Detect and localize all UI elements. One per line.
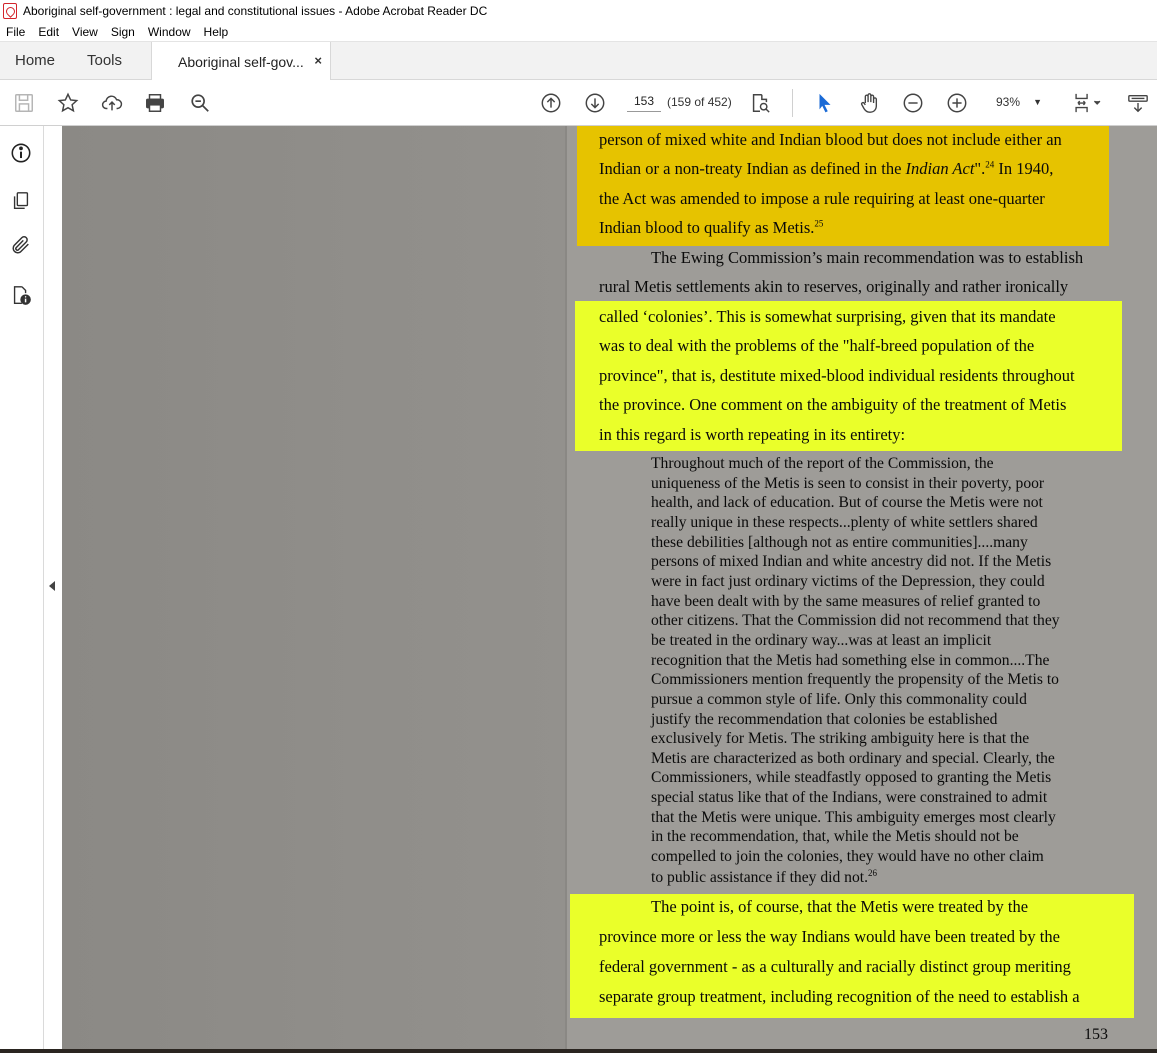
menu-window[interactable]: Window	[148, 25, 191, 39]
tab-close-button[interactable]: ×	[314, 53, 322, 68]
chevron-down-icon: ▼	[1033, 97, 1042, 107]
fit-page-icon[interactable]	[1070, 91, 1106, 115]
quote-line: compelled to join the colonies, they wou…	[651, 848, 1044, 865]
menu-file[interactable]: File	[6, 25, 25, 39]
zoom-value: 93%	[996, 95, 1021, 109]
menu-help[interactable]: Help	[204, 25, 229, 39]
quote-line: have been dealt with by the same measure…	[651, 593, 1041, 610]
select-cursor-icon[interactable]	[813, 91, 837, 115]
text-line: called ‘colonies’. This is somewhat surp…	[599, 307, 1056, 326]
star-icon[interactable]	[56, 91, 80, 115]
quote-line: special status like that of the Indians,…	[651, 789, 1048, 806]
tab-document[interactable]: Aboriginal self-gov... ×	[151, 42, 331, 81]
quote-line: Throughout much of the report of the Com…	[651, 455, 994, 472]
italic-title: Indian Act	[905, 159, 975, 178]
document-background	[62, 126, 565, 1053]
tab-home[interactable]: Home	[15, 42, 55, 80]
quote-line: be treated in the ordinary way...was at …	[651, 632, 992, 649]
page-number-input[interactable]	[627, 90, 661, 112]
hand-icon[interactable]	[857, 91, 881, 115]
page-number: 153	[1084, 1026, 1108, 1043]
text-span: Indian blood to qualify as Metis.	[599, 218, 815, 237]
text-line: in this regard is worth repeating in its…	[599, 425, 906, 444]
zoom-in-icon[interactable]	[945, 91, 969, 115]
next-page-icon[interactable]	[583, 91, 607, 115]
quote-line: that the Metis were unique. This ambigui…	[651, 809, 1056, 826]
text-line: was to deal with the problems of the "ha…	[599, 336, 1035, 355]
quote-line: justify the recommendation that colonies…	[651, 711, 998, 728]
toolbar-divider	[792, 89, 793, 117]
collapse-arrow-icon[interactable]	[49, 581, 55, 591]
page-search-icon[interactable]	[748, 91, 772, 115]
quote-line: in the recommendation, that, while the M…	[651, 828, 1019, 845]
page-count: (159 of 452)	[667, 95, 732, 109]
text-line: person of mixed white and Indian blood b…	[599, 130, 1062, 149]
taskbar-edge	[0, 1049, 1157, 1053]
text-line: the province. One comment on the ambigui…	[599, 395, 1067, 414]
quote-line: persons of mixed Indian and white ancest…	[651, 553, 1052, 570]
menu-sign[interactable]: Sign	[111, 25, 135, 39]
document-area[interactable]: person of mixed white and Indian blood b…	[62, 126, 1157, 1053]
quote-line: really unique in these respects...plenty…	[651, 514, 1038, 531]
quote-line: exclusively for Metis. The striking ambi…	[651, 730, 1030, 747]
menu-bar: File Edit View Sign Window Help	[0, 22, 1157, 42]
quote-line: Commissioners mention frequently the pro…	[651, 671, 1059, 688]
acrobat-icon	[3, 3, 17, 19]
info-icon[interactable]	[9, 141, 33, 165]
footnote-ref: 26	[867, 868, 877, 878]
left-rail	[0, 126, 44, 1053]
quote-line: other citizens. That the Commission did …	[651, 612, 1060, 629]
tab-document-label: Aboriginal self-gov...	[178, 53, 304, 70]
print-icon[interactable]	[143, 91, 167, 115]
quote-line: health, and lack of education. But of co…	[651, 494, 1043, 511]
footnote-ref: 24	[985, 159, 995, 170]
quote-line: were in fact just ordinary victims of th…	[651, 573, 1045, 590]
tab-tools[interactable]: Tools	[87, 42, 122, 80]
title-bar: Aboriginal self-government : legal and c…	[0, 0, 1157, 22]
quote-line: recognition that the Metis had something…	[651, 652, 1050, 669]
quote-line: to public assistance if they did not.26	[651, 868, 877, 887]
quote-line: these debilities [although not as entire…	[651, 534, 1028, 551]
read-mode-icon[interactable]	[1126, 91, 1150, 115]
panel-collapse-strip	[44, 126, 62, 1053]
text-line: The Ewing Commission’s main recommendati…	[651, 248, 1084, 267]
window-title: Aboriginal self-government : legal and c…	[23, 4, 488, 18]
menu-view[interactable]: View	[72, 25, 98, 39]
document-page[interactable]: person of mixed white and Indian blood b…	[565, 126, 1157, 1053]
attachment-icon[interactable]	[9, 233, 33, 257]
text-line: province more or less the way Indians wo…	[599, 927, 1060, 946]
text-line: federal government - as a culturally and…	[599, 957, 1071, 976]
prev-page-icon[interactable]	[539, 91, 563, 115]
quote-line: uniqueness of the Metis is seen to consi…	[651, 475, 1045, 492]
zoom-select[interactable]: 93% ▼	[990, 91, 1048, 113]
text-span: ".	[974, 159, 986, 178]
text-line: Indian blood to qualify as Metis.25	[599, 218, 823, 238]
quote-line: Metis are characterized as both ordinary…	[651, 750, 1055, 767]
text-span: Indian or a non-treaty Indian as defined…	[599, 159, 906, 178]
save-icon[interactable]	[12, 91, 36, 115]
text-span: In 1940,	[994, 159, 1054, 178]
search-icon[interactable]	[188, 91, 212, 115]
text-line: rural Metis settlements akin to reserves…	[599, 277, 1069, 296]
quote-line: pursue a common style of life. Only this…	[651, 691, 1027, 708]
text-line: separate group treatment, including reco…	[599, 987, 1080, 1006]
zoom-out-icon[interactable]	[901, 91, 925, 115]
footnote-ref: 25	[814, 218, 824, 229]
text-line: the Act was amended to impose a rule req…	[599, 189, 1045, 208]
tab-bar: Home Tools Aboriginal self-gov... ×	[0, 42, 1157, 81]
document-properties-icon[interactable]	[9, 283, 33, 307]
quote-line: Commissioners, while steadfastly opposed…	[651, 769, 1052, 786]
text-line: The point is, of course, that the Metis …	[651, 897, 1029, 916]
menu-edit[interactable]: Edit	[38, 25, 59, 39]
text-line: Indian or a non-treaty Indian as defined…	[599, 159, 1053, 179]
upload-icon[interactable]	[100, 91, 124, 115]
text-line: province", that is, destitute mixed-bloo…	[599, 366, 1075, 385]
text-span: to public assistance if they did not.	[651, 869, 868, 887]
pages-icon[interactable]	[9, 189, 33, 213]
toolbar: (159 of 452) 93% ▼	[0, 80, 1157, 126]
